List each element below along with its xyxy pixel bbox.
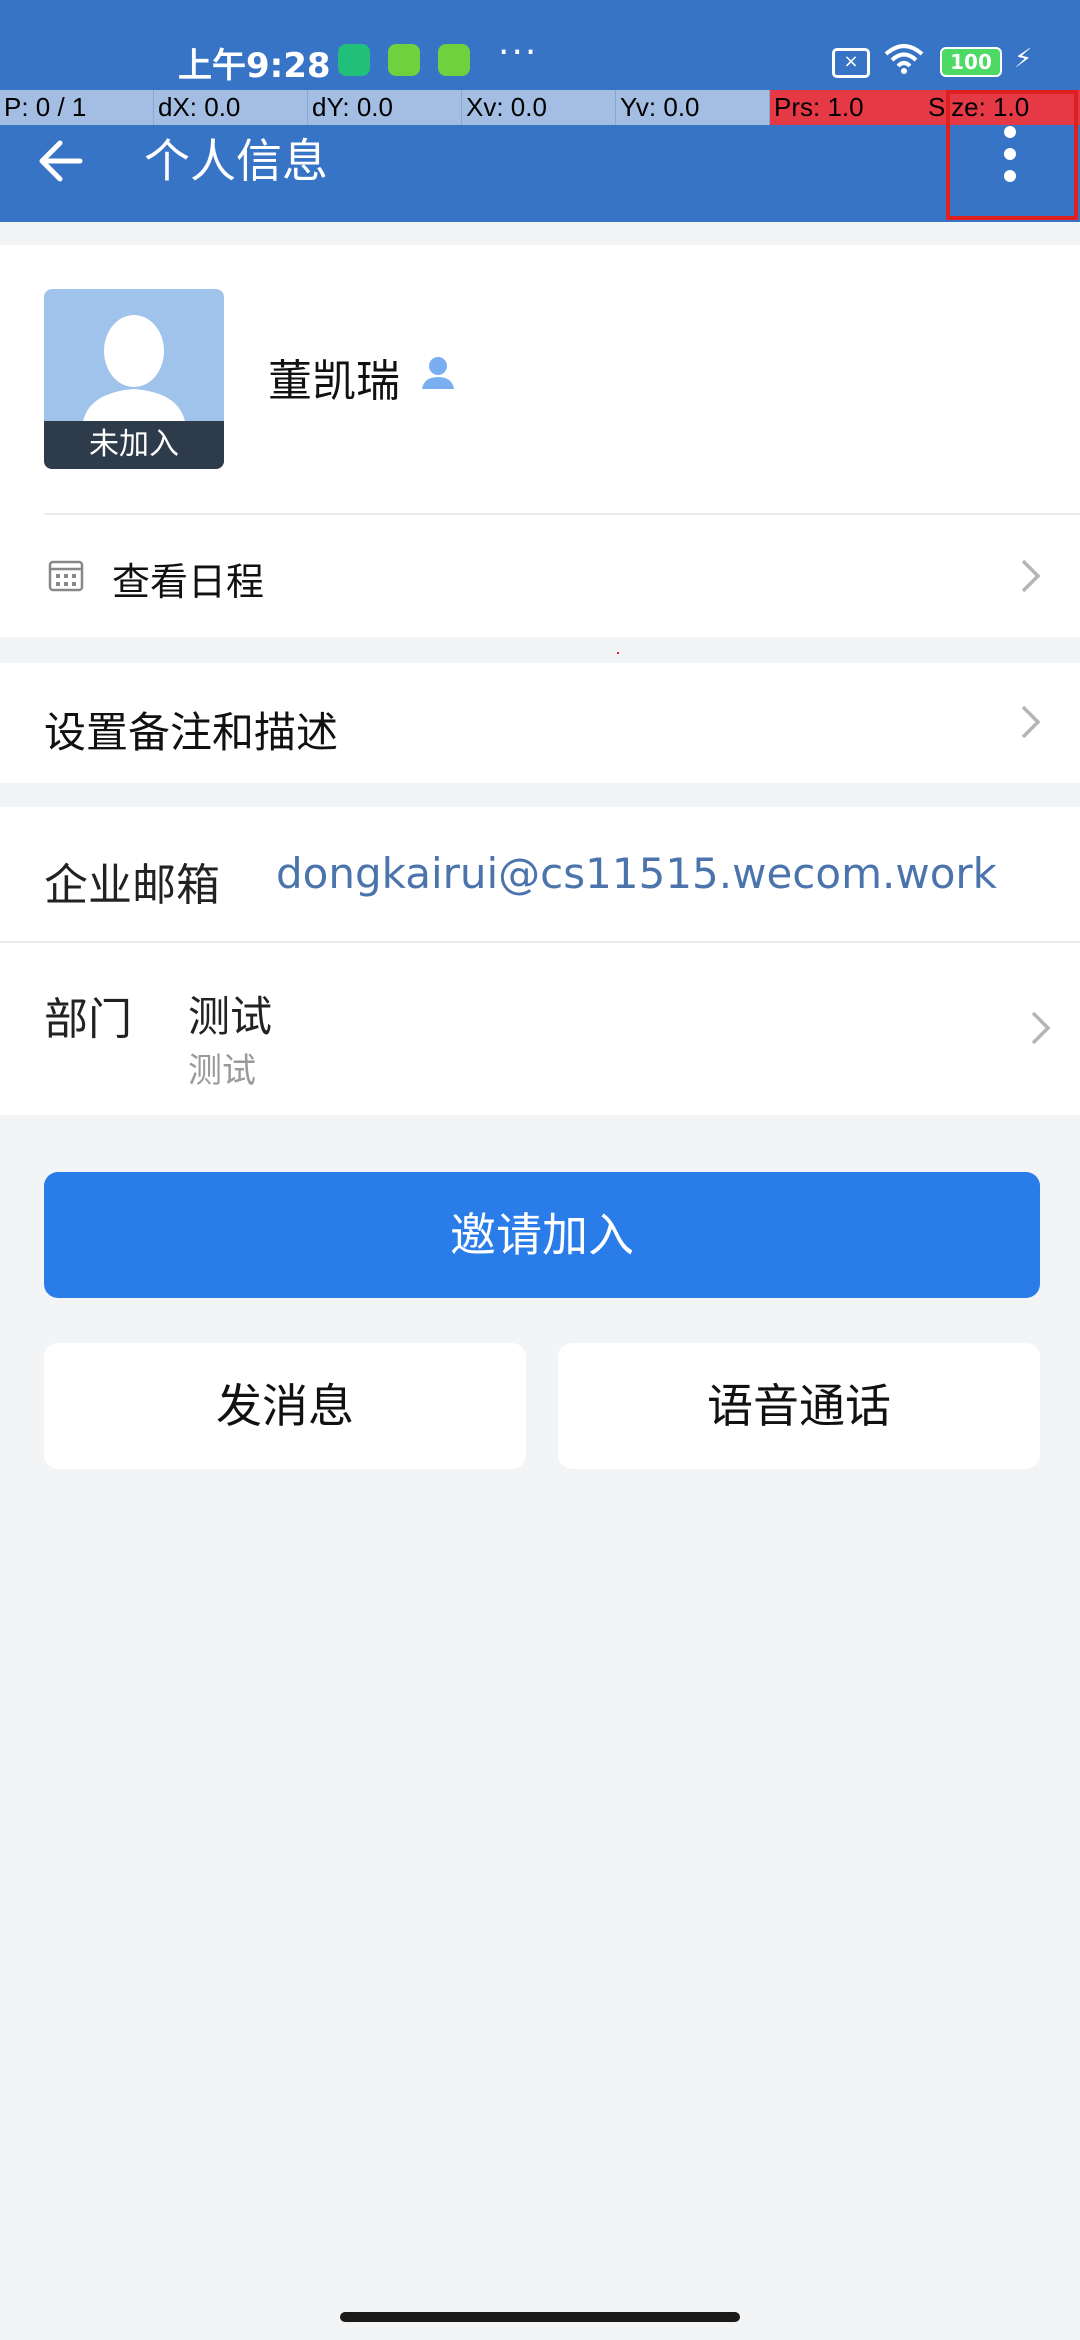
chevron-right-icon (1021, 705, 1041, 739)
calendar-icon (48, 560, 84, 592)
department-row[interactable]: 部门 测试 测试 (0, 943, 1080, 1115)
shield-app-icon (338, 44, 370, 76)
more-dot-icon (1004, 126, 1016, 138)
more-options-button[interactable] (946, 90, 1078, 220)
battery-icon: 100 (940, 47, 1002, 77)
person-icon (422, 357, 454, 389)
chevron-right-icon (1021, 559, 1041, 593)
email-link[interactable]: dongkairui@cs11515.wecom.work (276, 849, 997, 898)
page-title: 个人信息 (144, 134, 328, 188)
department-label: 部门 (44, 994, 132, 1045)
sim-icon: × (832, 48, 870, 78)
status-time: 上午9:28 (178, 46, 331, 86)
more-dot-icon (1004, 148, 1016, 160)
contact-name: 董凯瑞 (268, 356, 400, 407)
department-path: 测试 (188, 1051, 256, 1091)
department-value: 测试 (188, 992, 273, 1041)
not-joined-badge: 未加入 (44, 421, 224, 469)
overlay-pressure: Prs: 1.0 (770, 90, 924, 125)
email-label: 企业邮箱 (44, 860, 220, 911)
contact-info-card: 企业邮箱 dongkairui@cs11515.wecom.work 部门 测试… (0, 807, 1080, 1115)
overlay-xv: Xv: 0.0 (462, 90, 616, 125)
overlay-pointer-count: P: 0 / 1 (0, 90, 154, 125)
send-message-button[interactable]: 发消息 (44, 1343, 526, 1469)
set-remark-row[interactable]: 设置备注和描述 (0, 663, 1080, 783)
app-notification-icon (438, 44, 470, 76)
voice-call-button[interactable]: 语音通话 (558, 1343, 1040, 1469)
touch-point-marker (617, 652, 619, 654)
wifi-icon (884, 44, 924, 74)
chevron-right-icon (1031, 1011, 1051, 1045)
set-remark-label: 设置备注和描述 (44, 708, 339, 757)
more-dot-icon (1004, 170, 1016, 182)
view-schedule-label: 查看日程 (112, 560, 265, 604)
app-notification-icon (388, 44, 420, 76)
home-indicator[interactable] (340, 2312, 740, 2322)
overlay-dx: dX: 0.0 (154, 90, 308, 125)
avatar[interactable]: 未加入 (44, 289, 224, 469)
charging-icon: ⚡ (1014, 44, 1033, 74)
app-bar: 个人信息 (0, 90, 1080, 222)
more-notifications-icon: ··· (498, 32, 539, 73)
overlay-dy: dY: 0.0 (308, 90, 462, 125)
back-arrow-icon[interactable] (30, 129, 94, 193)
view-schedule-row[interactable]: 查看日程 (0, 515, 1080, 637)
profile-card: 未加入 董凯瑞 查看日程 (0, 245, 1080, 654)
overlay-yv: Yv: 0.0 (616, 90, 770, 125)
status-bar: 上午9:28 ··· × 100 ⚡ (0, 0, 1080, 90)
invite-button[interactable]: 邀请加入 (44, 1172, 1040, 1298)
pointer-debug-overlay: P: 0 / 1 dX: 0.0 dY: 0.0 Xv: 0.0 Yv: 0.0… (0, 90, 1080, 125)
